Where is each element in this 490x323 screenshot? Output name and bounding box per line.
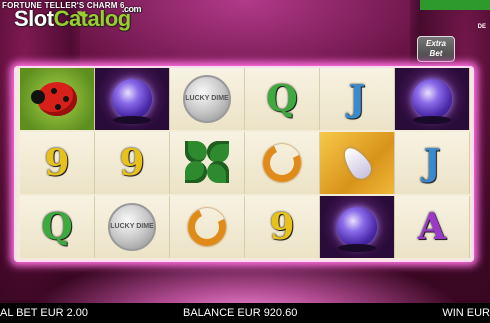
reel-cell: Q (245, 68, 320, 130)
reel-cell (170, 132, 245, 194)
reel-cell: 9 (95, 132, 170, 194)
reel-cell: LUCKY DIME (170, 68, 245, 130)
reel-cell: LUCKY DIME (95, 196, 170, 258)
reel-cell (395, 68, 470, 130)
win-readout: WIN EUR (442, 307, 490, 319)
lucky-dime-coin-icon: LUCKY DIME (183, 75, 231, 123)
reel-cell (320, 132, 395, 194)
four-leaf-clover-icon (185, 141, 229, 185)
total-bet-readout: AL BET EUR 2.00 (0, 307, 89, 319)
reel-cell: J (320, 68, 395, 130)
extra-bet-label-line1: Extra (425, 39, 446, 48)
jack-icon: J (423, 142, 441, 184)
reel-cell: A (395, 196, 470, 258)
nine-icon: 9 (269, 206, 295, 248)
extra-bet-label-line2: Bet (429, 49, 443, 58)
reel-cell: 9 (20, 132, 95, 194)
reel-cell (20, 68, 95, 130)
reel-grid: LUCKY DIME Q J 9 9 J Q LUCKY DIME 9 A (20, 68, 470, 258)
crystal-ball-icon (412, 79, 452, 119)
nine-icon: 9 (119, 142, 145, 184)
reel-cell (95, 68, 170, 130)
top-right-label: DE (477, 24, 486, 30)
balance-readout: BALANCE EUR 920.60 (183, 307, 298, 319)
reel-cell: Q (20, 196, 95, 258)
queen-icon: Q (266, 78, 298, 120)
crystal-ball-icon (112, 79, 152, 119)
nine-icon: 9 (44, 142, 70, 184)
ace-icon: A (418, 206, 446, 248)
horseshoe-icon (182, 202, 232, 252)
jack-icon: J (348, 78, 366, 120)
reel-cell (320, 196, 395, 258)
logo-text-part2: Catalog (53, 6, 132, 31)
reel-cell (245, 132, 320, 194)
reel-cell: J (395, 132, 470, 194)
reel-cell: 9 (245, 196, 320, 258)
feather-icon (339, 143, 375, 183)
top-right-button[interactable] (420, 0, 490, 10)
status-bar: AL BET EUR 2.00 BALANCE EUR 920.60 WIN E… (0, 303, 490, 323)
ladybug-icon (31, 82, 77, 116)
lucky-dime-coin-icon: LUCKY DIME (108, 203, 156, 251)
logo-text-part1: Slot (14, 6, 54, 31)
reel-cell (170, 196, 245, 258)
logo-suffix: .com (122, 4, 142, 14)
crystal-ball-icon (337, 207, 377, 247)
horseshoe-icon (257, 138, 307, 188)
watermark-logo: SlotCatalog .com (14, 4, 142, 32)
queen-icon: Q (41, 206, 73, 248)
extra-bet-button[interactable]: Extra Bet (417, 36, 455, 62)
